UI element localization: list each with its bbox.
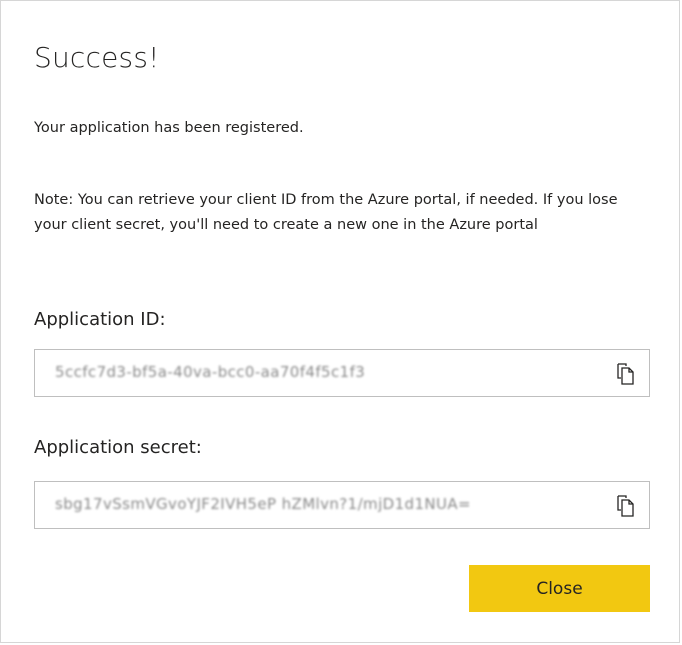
close-button[interactable]: Close [469, 565, 650, 612]
registration-message: Your application has been registered. [34, 120, 304, 136]
application-secret-label: Application secret: [34, 437, 202, 458]
copy-icon [617, 363, 634, 385]
copy-application-secret-button[interactable] [615, 494, 637, 518]
application-secret-field[interactable]: sbg17vSsmVGvoYJF2IVH5eP hZMlvn?1/mjD1d1N… [34, 481, 650, 529]
application-id-label: Application ID: [34, 309, 166, 330]
copy-application-id-button[interactable] [615, 362, 637, 386]
application-secret-value[interactable]: sbg17vSsmVGvoYJF2IVH5eP hZMlvn?1/mjD1d1N… [55, 495, 471, 513]
application-id-field[interactable]: 5ccfc7d3-bf5a-40va-bcc0-aa70f4f5c1f3 [34, 349, 650, 397]
application-id-value[interactable]: 5ccfc7d3-bf5a-40va-bcc0-aa70f4f5c1f3 [55, 363, 365, 381]
dialog-title: Success! [34, 41, 160, 74]
copy-icon [617, 495, 634, 517]
client-secret-note: Note: You can retrieve your client ID fr… [34, 192, 618, 233]
success-dialog: Success! Your application has been regis… [0, 0, 680, 643]
